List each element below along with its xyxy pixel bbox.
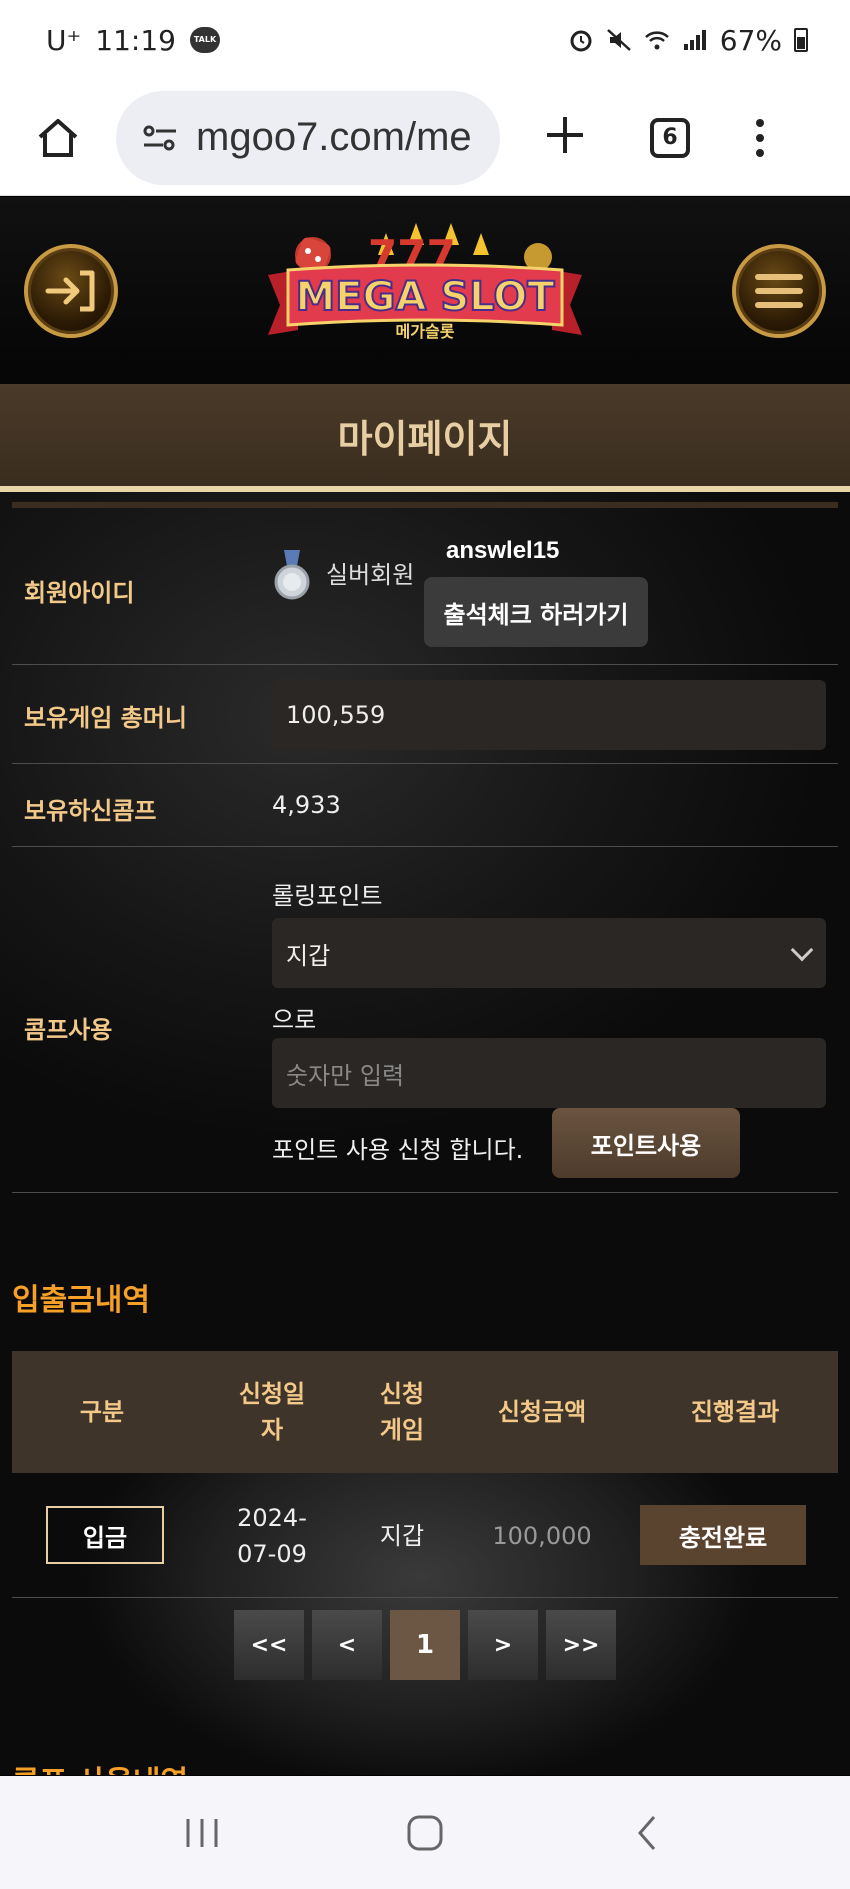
table-row: 입금 2024- 07-09 지갑 100,000 충전완료 xyxy=(12,1474,838,1598)
row-date: 2024- 07-09 xyxy=(237,1504,307,1568)
status-bar: U⁺ 11:19 TALK 67% xyxy=(0,0,850,80)
page-title: 마이페이지 xyxy=(337,416,513,461)
member-id-label: 회원아이디 xyxy=(24,579,135,607)
chevron-down-icon xyxy=(790,938,814,962)
next-page-button[interactable]: > xyxy=(468,1610,538,1680)
home-nav-icon[interactable] xyxy=(405,1813,445,1853)
current-page-button[interactable]: 1 xyxy=(390,1610,460,1680)
comp-use-label: 콤프사용 xyxy=(24,1016,113,1044)
alarm-icon xyxy=(570,30,592,52)
kakaotalk-icon: TALK xyxy=(189,27,220,53)
wallet-select-value: 지갑 xyxy=(286,941,331,970)
site-content: 777 MEGA SLOT 메가슬롯 마이페이지 회원아이디 실버회원 answ… xyxy=(0,197,850,1775)
time-label: 11:19 xyxy=(95,23,176,57)
login-arrow-icon xyxy=(45,270,95,312)
new-tab-button[interactable] xyxy=(540,105,590,170)
browser-toolbar: mgoo7.com/me 6 xyxy=(0,80,850,196)
history-title: 입출금내역 xyxy=(12,1283,150,1318)
home-button[interactable] xyxy=(30,110,86,166)
use-point-button[interactable]: 포인트사용 xyxy=(552,1108,740,1178)
mute-icon xyxy=(606,29,631,51)
member-grade: 실버회원 xyxy=(326,561,415,589)
carrier-label: U⁺ xyxy=(46,23,82,57)
address-bar[interactable]: mgoo7.com/me xyxy=(116,90,500,185)
prev-page-button[interactable]: < xyxy=(312,1610,382,1680)
row-game: 지갑 xyxy=(379,1522,425,1550)
attendance-check-button[interactable]: 출석체크 하러가기 xyxy=(424,577,648,647)
browser-menu-button[interactable] xyxy=(756,118,764,157)
hamburger-icon xyxy=(755,274,803,308)
rolling-point-label: 롤링포인트 xyxy=(272,882,383,910)
col-date: 신청일 자 xyxy=(238,1380,306,1444)
tab-switcher-button[interactable]: 6 xyxy=(650,117,690,158)
point-amount-input[interactable]: 숫자만 입력 xyxy=(272,1038,826,1108)
mega-slot-logo[interactable]: 777 MEGA SLOT 메가슬롯 xyxy=(258,215,592,365)
battery-percent: 67% xyxy=(719,23,782,57)
comp-row: 보유하신콤프 4,933 xyxy=(12,765,838,847)
deposit-badge: 입금 xyxy=(46,1506,164,1564)
battery-icon xyxy=(794,28,808,52)
wifi-icon xyxy=(644,31,669,50)
row-amount: 100,000 xyxy=(492,1522,592,1550)
logo-main-text: MEGA SLOT xyxy=(295,274,555,320)
comp-label: 보유하신콤프 xyxy=(24,797,157,825)
to-label: 으로 xyxy=(272,1006,317,1034)
total-money-label: 보유게임 총머니 xyxy=(24,704,187,732)
site-settings-icon xyxy=(143,125,176,150)
apply-text: 포인트 사용 신청 합니다. xyxy=(272,1136,524,1164)
col-amount: 신청금액 xyxy=(497,1398,587,1426)
home-icon xyxy=(38,118,78,157)
comp-value: 4,933 xyxy=(272,791,341,819)
member-id-row: 회원아이디 실버회원 answlel15 출석체크 하러가기 xyxy=(12,515,838,665)
first-page-button[interactable]: << xyxy=(234,1610,304,1680)
col-type: 구분 xyxy=(79,1398,125,1426)
plus-icon xyxy=(547,117,583,153)
back-icon[interactable] xyxy=(628,1813,668,1853)
logo-sub-text: 메가슬롯 xyxy=(396,322,455,341)
page-title-bar: 마이페이지 xyxy=(0,384,850,492)
col-result: 진행결과 xyxy=(690,1398,780,1426)
url-text: mgoo7.com/me xyxy=(196,115,472,159)
comp-use-row: 콤프사용 롤링포인트 지갑 으로 숫자만 입력 포인트 사용 신청 합니다. 포… xyxy=(12,848,838,1193)
total-money-field: 100,559 xyxy=(272,680,826,750)
total-money-row: 보유게임 총머니 100,559 xyxy=(12,666,838,764)
silver-medal-icon xyxy=(274,550,310,600)
menu-button[interactable] xyxy=(732,244,826,338)
signal-icon xyxy=(683,30,706,50)
user-id: answlel15 xyxy=(446,537,560,564)
col-game: 신청 게임 xyxy=(379,1380,425,1444)
recent-apps-icon[interactable] xyxy=(182,1813,222,1853)
divider xyxy=(12,502,838,508)
comp-history-title: 콤프 사용내역 xyxy=(12,1757,188,1775)
point-amount-placeholder: 숫자만 입력 xyxy=(286,1061,405,1090)
history-table-header: 구분 신청일 자 신청 게임 신청금액 진행결과 xyxy=(12,1351,838,1473)
login-button[interactable] xyxy=(24,244,118,338)
wallet-select[interactable]: 지갑 xyxy=(272,918,826,988)
charge-complete-badge: 충전완료 xyxy=(640,1505,806,1565)
system-nav-bar xyxy=(0,1776,850,1889)
site-header: 777 MEGA SLOT 메가슬롯 xyxy=(0,197,850,384)
last-page-button[interactable]: >> xyxy=(546,1610,616,1680)
